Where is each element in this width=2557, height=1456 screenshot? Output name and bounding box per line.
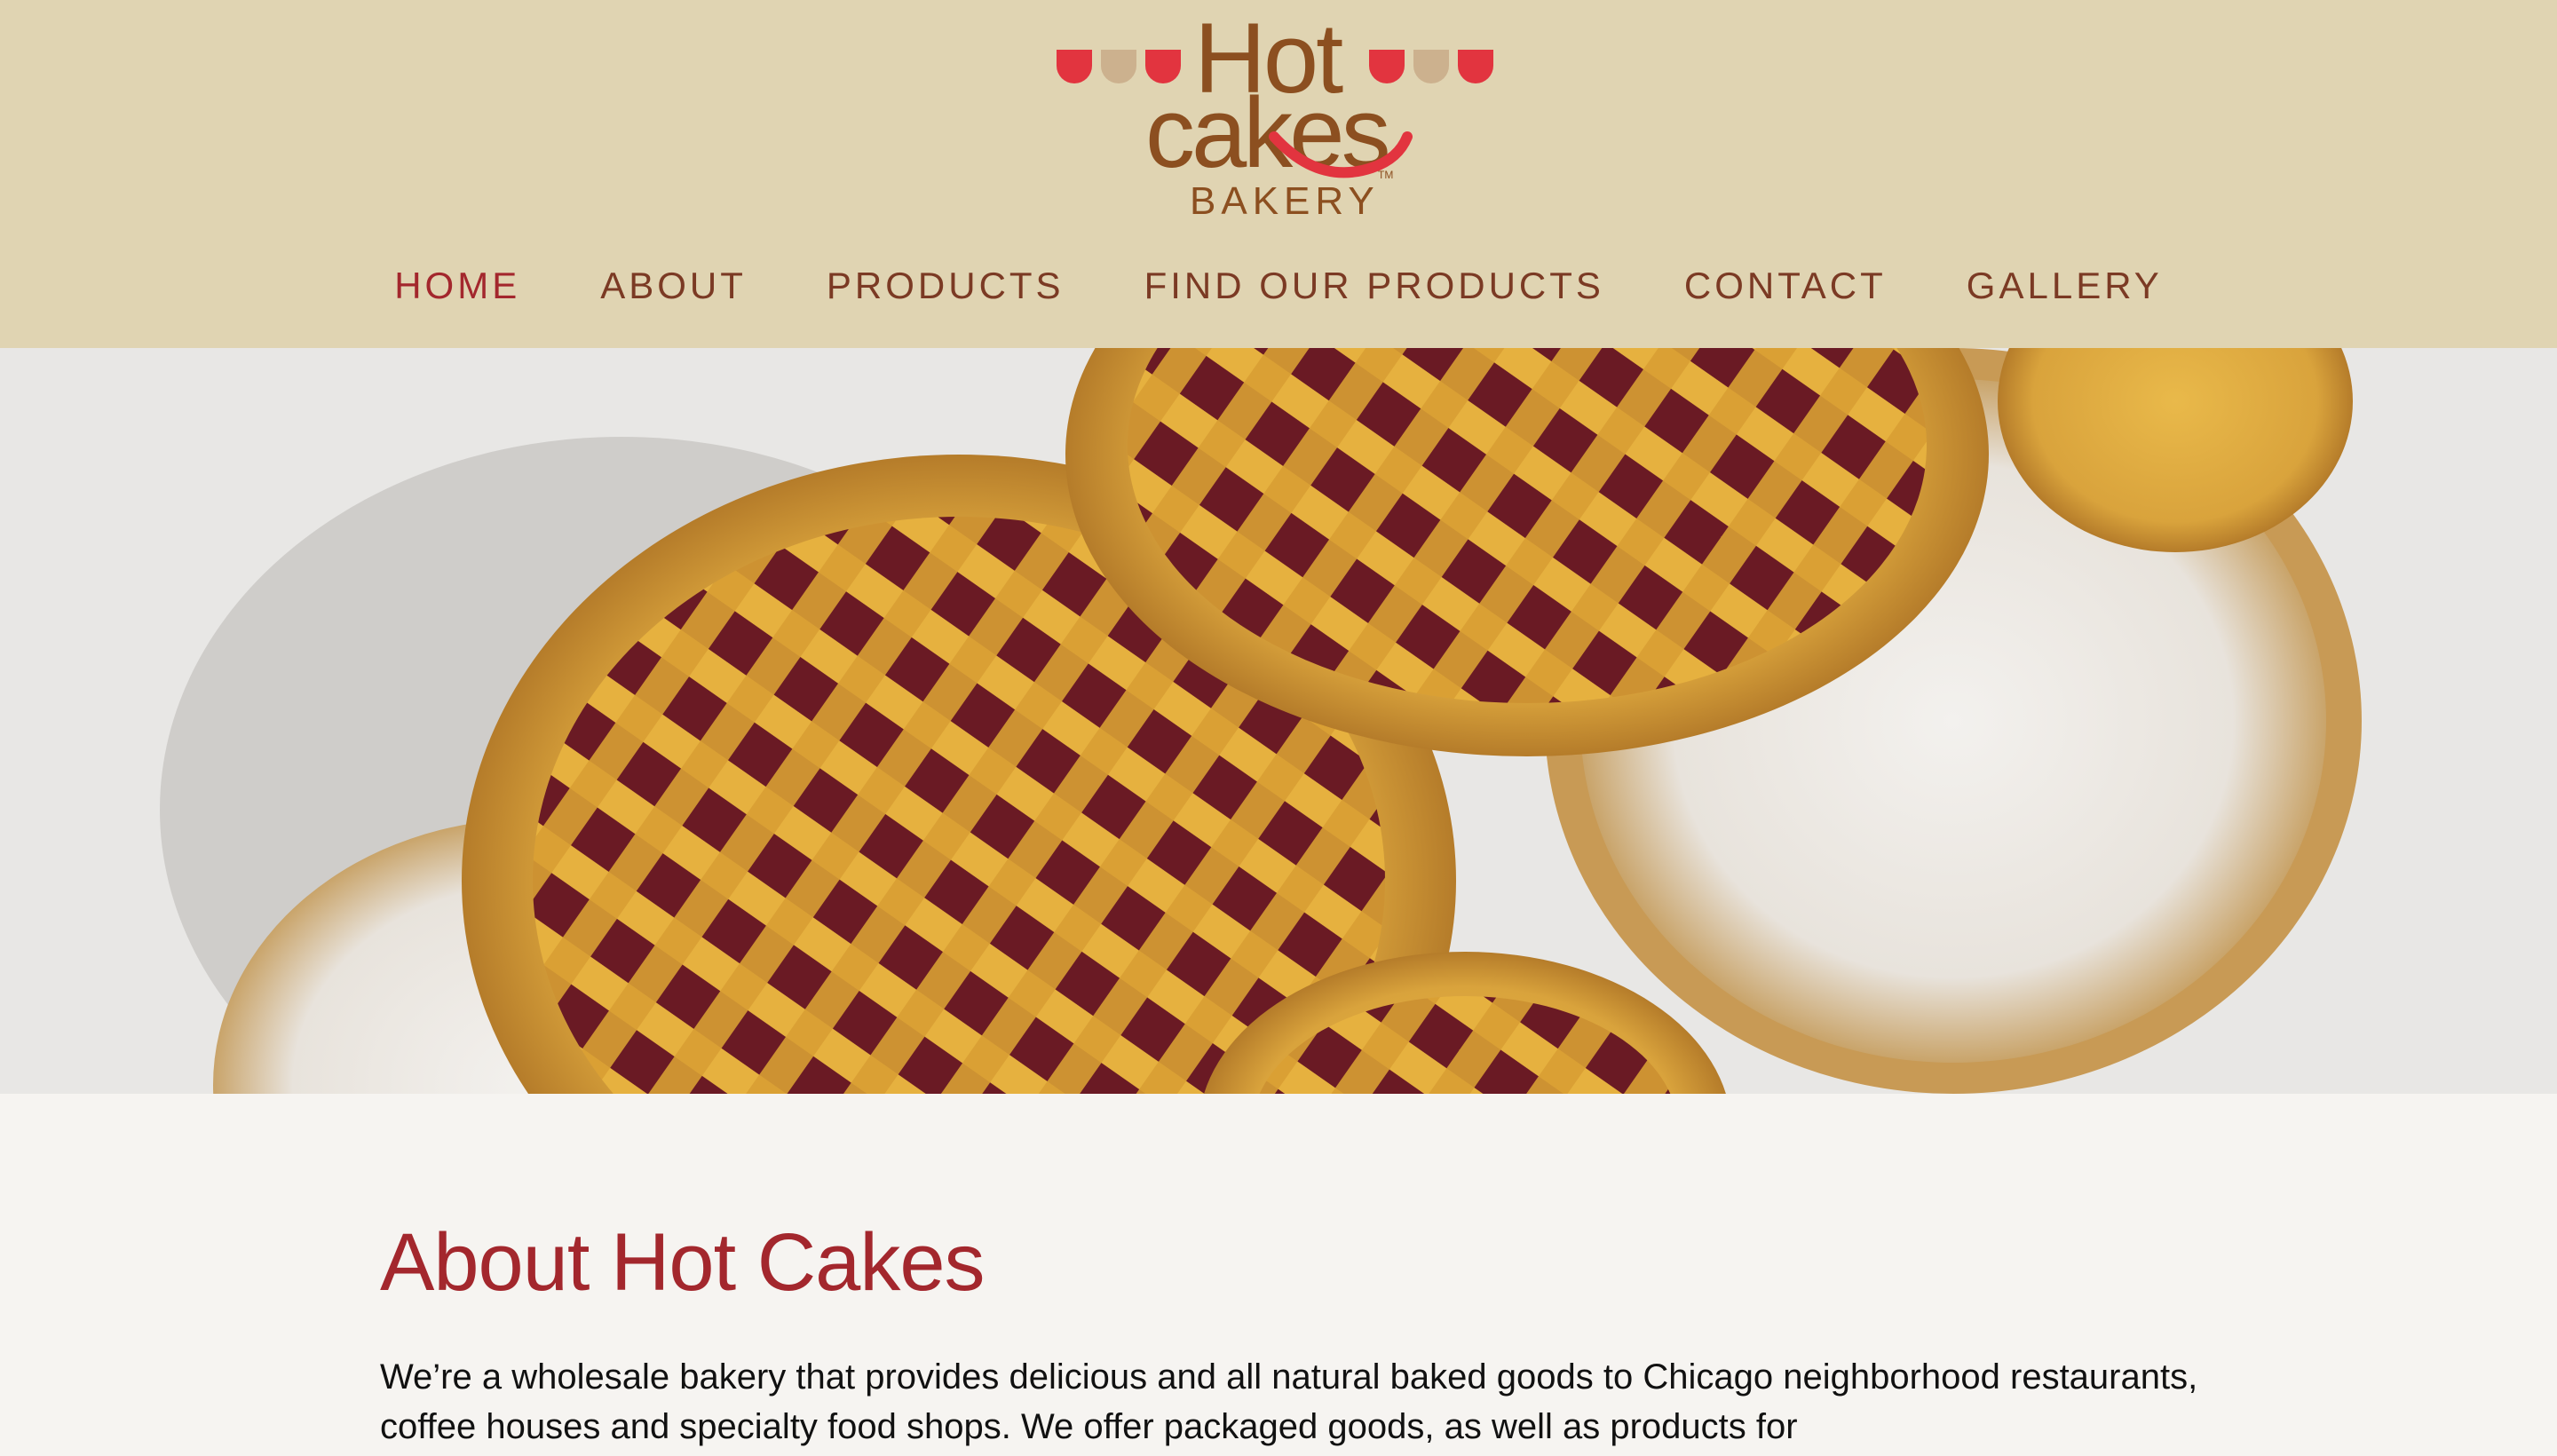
nav-item-about[interactable]: ABOUT xyxy=(600,259,747,313)
nav-item-contact[interactable]: CONTACT xyxy=(1684,259,1887,313)
site-header: Hot cakes TM BAKERY HOME ABOUT PRODUCTS … xyxy=(0,0,2557,348)
logo-text-bakery: BAKERY xyxy=(1190,179,1380,223)
main-nav: HOME ABOUT PRODUCTS FIND OUR PRODUCTS CO… xyxy=(0,259,2557,313)
nav-item-gallery[interactable]: GALLERY xyxy=(1967,259,2163,313)
logo-trademark: TM xyxy=(1378,169,1394,181)
about-title: About Hot Cakes xyxy=(380,1217,985,1308)
hot-cakes-logo[interactable]: Hot cakes TM BAKERY xyxy=(1057,9,1493,226)
nav-item-home[interactable]: HOME xyxy=(394,259,520,313)
hero-image xyxy=(0,348,2557,1094)
tarts-illustration xyxy=(0,348,2557,1094)
nav-item-find-our-products[interactable]: FIND OUR PRODUCTS xyxy=(1144,259,1604,313)
about-section: About Hot Cakes We’re a wholesale bakery… xyxy=(380,1217,2209,1452)
nav-item-products[interactable]: PRODUCTS xyxy=(827,259,1065,313)
about-paragraph: We’re a wholesale bakery that provides d… xyxy=(380,1357,2198,1447)
